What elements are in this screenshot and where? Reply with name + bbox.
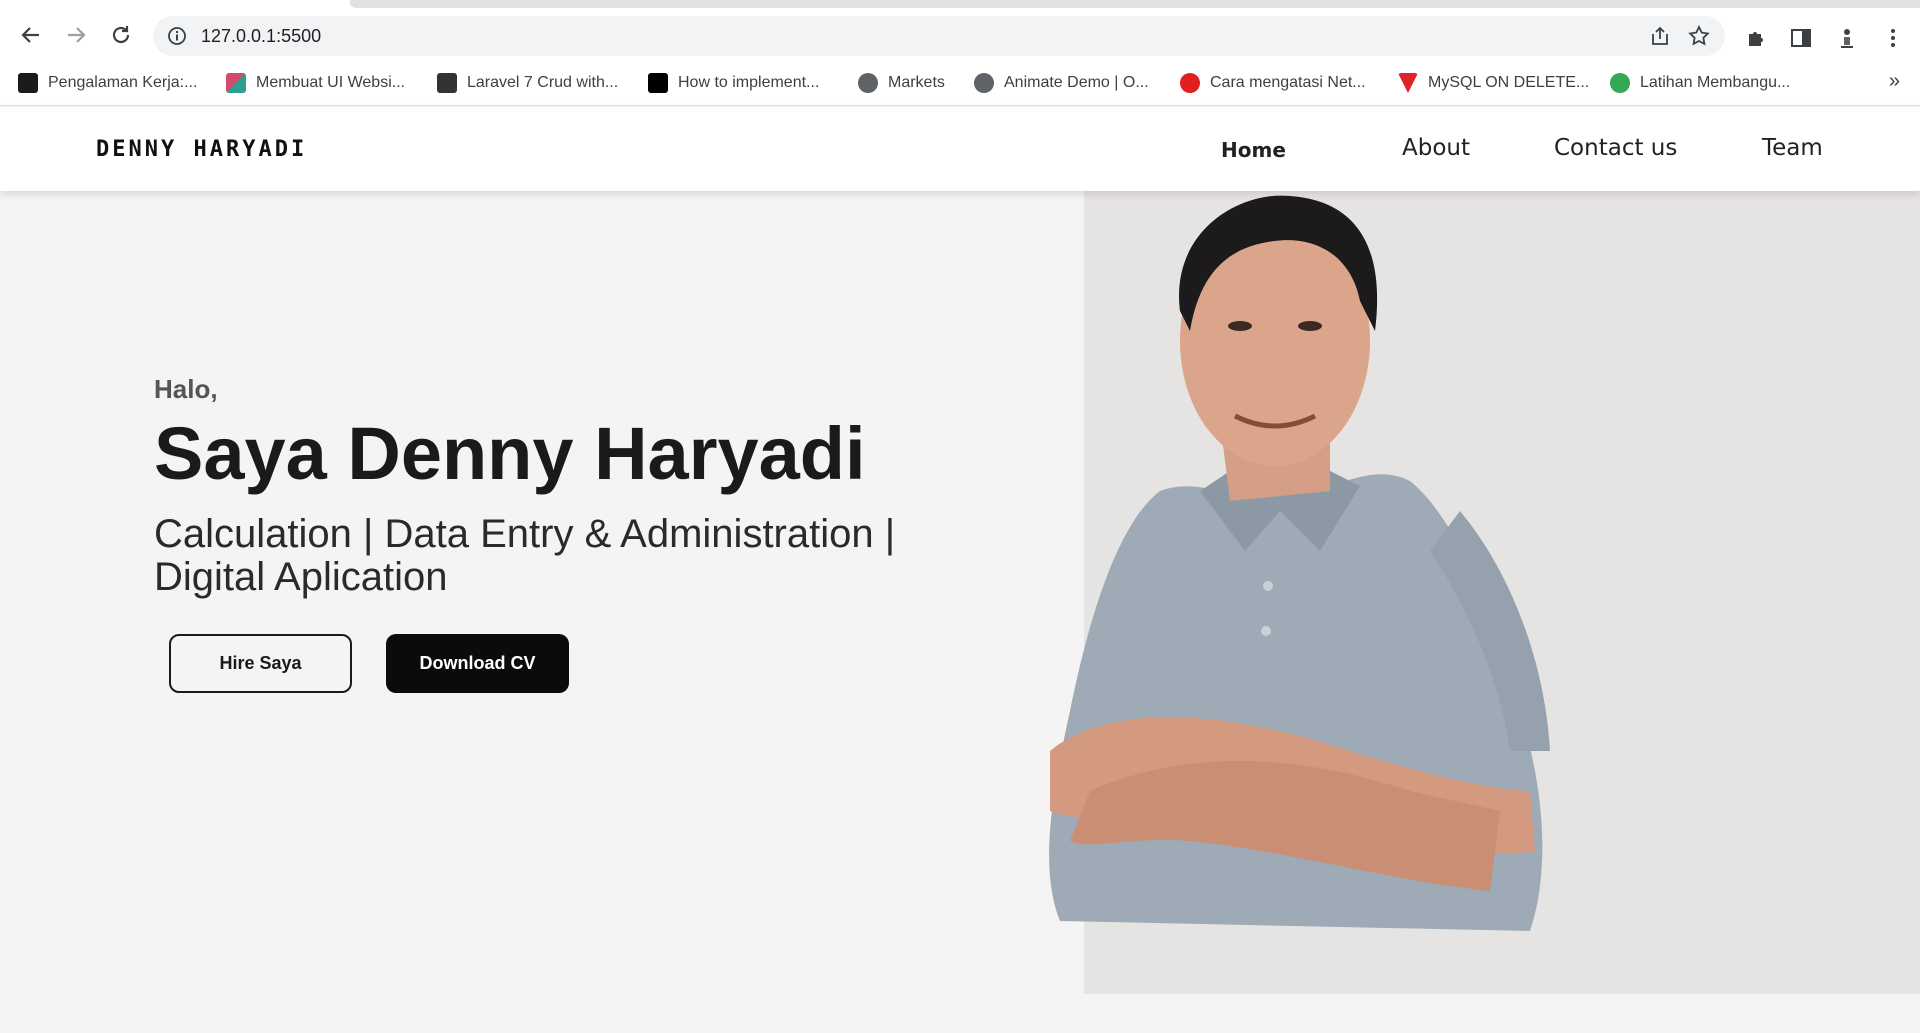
bookmark-item[interactable]: Laravel 7 Crud with...	[437, 70, 618, 96]
v-shield-icon	[1398, 73, 1418, 93]
nav-link-about[interactable]: About	[1402, 135, 1470, 161]
hire-button[interactable]: Hire Saya	[169, 634, 352, 693]
side-panel-icon[interactable]	[1789, 26, 1813, 50]
tm-icon	[437, 73, 457, 93]
video-icon	[18, 73, 38, 93]
bookmark-label: Animate Demo | O...	[1004, 74, 1149, 91]
bookmark-item[interactable]: Membuat UI Websi...	[226, 70, 405, 96]
bookmark-label: MySQL ON DELETE...	[1428, 74, 1590, 91]
bookmark-label: Laravel 7 Crud with...	[467, 74, 619, 91]
profile-photo	[1049, 195, 1550, 931]
bookmark-star-icon[interactable]	[1687, 24, 1711, 48]
globe-icon	[858, 73, 878, 93]
hero-greeting: Halo,	[154, 374, 218, 404]
bookmark-item[interactable]: Cara mengatasi Net...	[1180, 70, 1366, 96]
url-text[interactable]: 127.0.0.1:5500	[201, 26, 321, 47]
forward-arrow-icon	[68, 27, 86, 43]
extensions-puzzle-icon[interactable]	[1745, 26, 1769, 50]
bookmark-label: Membuat UI Websi...	[256, 74, 406, 91]
reload-icon	[112, 26, 130, 44]
leaf-icon	[1610, 73, 1630, 93]
more-bookmarks-button[interactable]: »	[1889, 70, 1900, 93]
bookmarks-bar: Pengalaman Kerja:... Membuat UI Websi...…	[0, 60, 1920, 106]
address-bar[interactable]: 127.0.0.1:5500	[153, 16, 1725, 56]
bookmark-item[interactable]: Pengalaman Kerja:...	[18, 70, 197, 96]
nav-link-home[interactable]: Home	[1221, 138, 1286, 162]
tab-track	[350, 0, 1920, 8]
nav-link-team[interactable]: Team	[1762, 135, 1823, 161]
hero-headline: Saya Denny Haryadi	[154, 412, 866, 495]
nav-link-contact[interactable]: Contact us	[1554, 135, 1677, 161]
bookmark-item[interactable]: Animate Demo | O...	[974, 70, 1149, 96]
bookmark-item[interactable]: How to implement...	[648, 70, 819, 96]
download-cv-button[interactable]: Download CV	[386, 634, 569, 693]
red-circle-icon	[1180, 73, 1200, 93]
hero-tagline: Calculation | Data Entry & Administratio…	[154, 512, 896, 599]
bookmark-label: Pengalaman Kerja:...	[48, 74, 198, 91]
bookmark-label: Cara mengatasi Net...	[1210, 74, 1366, 91]
back-button[interactable]	[16, 20, 46, 50]
info-icon[interactable]	[167, 26, 187, 46]
globe-icon	[974, 73, 994, 93]
share-icon[interactable]	[1649, 25, 1671, 47]
kebab-menu-icon[interactable]	[1881, 26, 1905, 50]
bookmark-item[interactable]: MySQL ON DELETE...	[1398, 70, 1589, 96]
reload-button[interactable]	[106, 20, 136, 50]
tab-strip	[0, 0, 1920, 10]
bookmark-item[interactable]: Markets	[858, 70, 945, 96]
browser-toolbar: 127.0.0.1:5500	[0, 10, 1920, 60]
bookmark-item[interactable]: Latihan Membangu...	[1610, 70, 1790, 96]
dev-icon	[648, 73, 668, 93]
bookmark-label: Markets	[888, 74, 945, 91]
cube-icon	[226, 73, 246, 93]
site-navbar: DENNY HARYADI Home About Contact us Team	[0, 107, 1920, 191]
bookmark-label: Latihan Membangu...	[1640, 74, 1791, 91]
hero-section: Halo, Saya Denny Haryadi Calculation | D…	[0, 191, 1920, 1033]
forward-button[interactable]	[61, 20, 91, 50]
bookmark-label: How to implement...	[678, 74, 820, 91]
site-logo[interactable]: DENNY HARYADI	[96, 137, 307, 162]
back-arrow-icon	[21, 27, 39, 43]
profile-icon[interactable]	[1835, 26, 1859, 50]
